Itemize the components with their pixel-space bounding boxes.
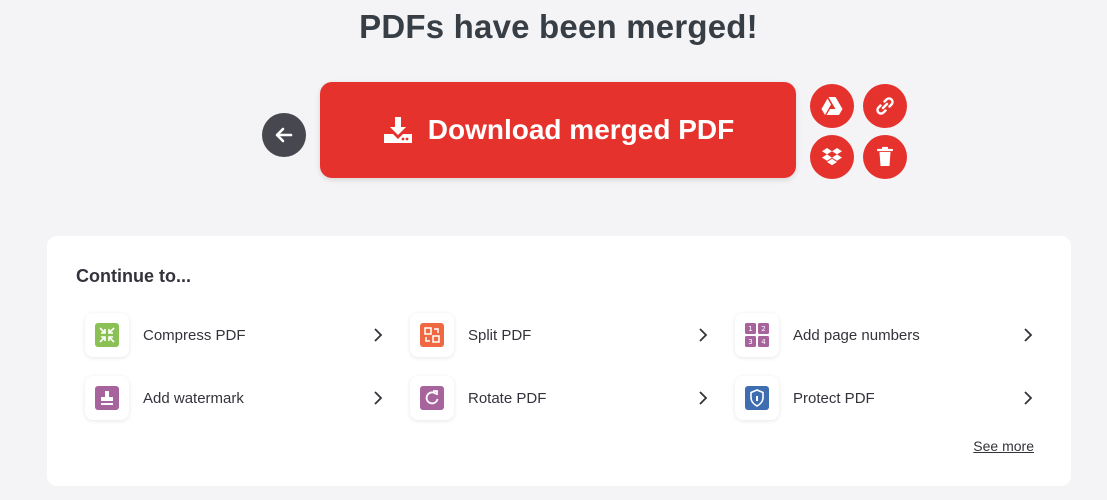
arrow-left-icon — [274, 125, 294, 145]
see-more-link[interactable]: See more — [973, 438, 1034, 454]
svg-text:3: 3 — [748, 338, 752, 346]
google-drive-icon — [821, 96, 843, 116]
dropbox-icon — [821, 147, 843, 167]
download-icon — [382, 114, 414, 146]
chevron-right-icon — [373, 328, 383, 342]
compress-icon — [95, 323, 119, 347]
tool-label: Add watermark — [143, 389, 244, 407]
tool-label: Compress PDF — [143, 326, 246, 344]
page-title: PDFs have been merged! — [359, 8, 758, 45]
tool-add-watermark[interactable]: Add watermark — [85, 375, 385, 421]
chevron-right-icon — [698, 328, 708, 342]
page-numbers-icon: 1 2 3 4 — [745, 323, 769, 347]
svg-text:2: 2 — [761, 325, 765, 333]
tool-split-pdf[interactable]: Split PDF — [410, 312, 710, 358]
tool-protect-pdf[interactable]: Protect PDF — [735, 375, 1035, 421]
protect-icon — [745, 386, 769, 410]
split-icon — [420, 323, 444, 347]
chevron-right-icon — [698, 391, 708, 405]
tool-add-page-numbers[interactable]: 1 2 3 4 Add page numbers — [735, 312, 1035, 358]
watermark-icon — [95, 386, 119, 410]
trash-icon — [875, 146, 895, 168]
tool-compress-pdf[interactable]: Compress PDF — [85, 312, 385, 358]
rotate-icon — [420, 386, 444, 410]
tool-label: Add page numbers — [793, 326, 920, 344]
dropbox-button[interactable] — [810, 135, 854, 179]
chevron-right-icon — [1023, 391, 1033, 405]
google-drive-button[interactable] — [810, 84, 854, 128]
svg-text:4: 4 — [761, 338, 766, 346]
tool-label: Protect PDF — [793, 389, 875, 407]
svg-text:1: 1 — [748, 325, 752, 333]
back-button[interactable] — [262, 113, 306, 157]
chevron-right-icon — [1023, 328, 1033, 342]
download-label: Download merged PDF — [427, 114, 735, 145]
tool-label: Split PDF — [468, 326, 532, 344]
tool-rotate-pdf[interactable]: Rotate PDF — [410, 375, 710, 421]
chevron-right-icon — [373, 391, 383, 405]
continue-card: Continue to... Compress PDF Split PDF 1 2… — [47, 236, 1071, 486]
delete-button[interactable] — [863, 135, 907, 179]
share-link-button[interactable] — [863, 84, 907, 128]
tool-label: Rotate PDF — [468, 389, 547, 407]
continue-title: Continue to... — [76, 266, 191, 286]
download-merged-pdf-button[interactable]: Download merged PDF — [320, 82, 796, 178]
link-icon — [874, 95, 896, 117]
